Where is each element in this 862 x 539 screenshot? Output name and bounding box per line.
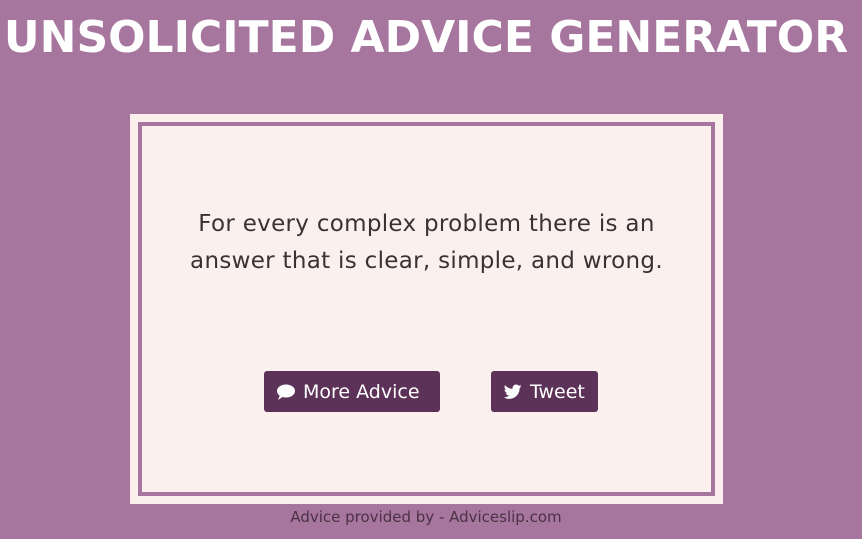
tweet-label: Tweet: [530, 380, 585, 403]
advice-card-inner: For every complex problem there is an an…: [138, 122, 715, 496]
more-advice-label: More Advice: [303, 380, 420, 403]
tweet-button[interactable]: Tweet: [491, 371, 598, 412]
advice-quote: For every complex problem there is an an…: [190, 211, 663, 274]
more-advice-button[interactable]: More Advice: [264, 371, 440, 412]
comment-icon: [276, 382, 296, 402]
footer-credit: Advice provided by - Adviceslip.com: [290, 508, 562, 526]
twitter-icon: [503, 382, 523, 402]
advice-card: For every complex problem there is an an…: [130, 114, 723, 504]
page-title: UNSOLICITED ADVICE GENERATOR: [3, 12, 849, 63]
